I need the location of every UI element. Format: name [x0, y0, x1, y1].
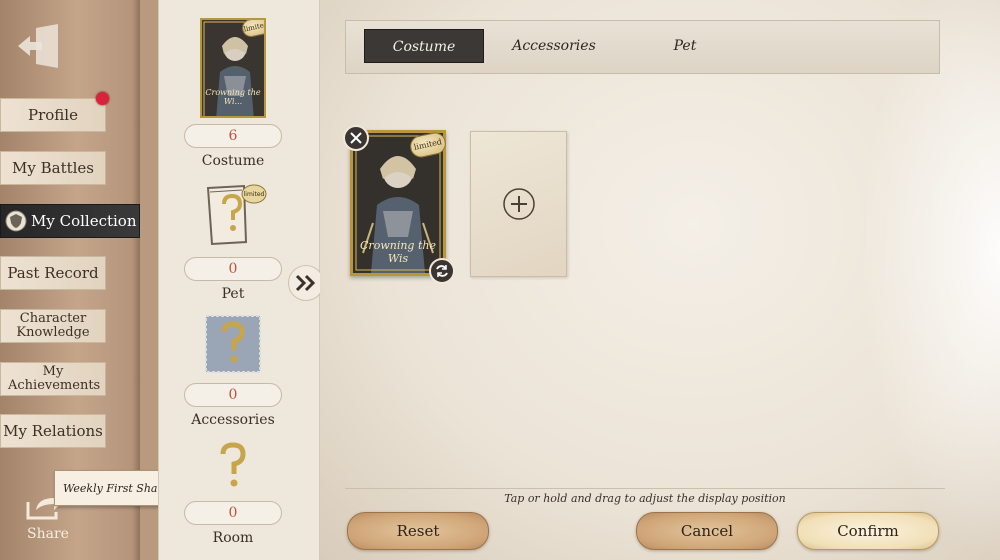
accessories-count: 0 [184, 383, 282, 407]
hint-divider [345, 488, 945, 489]
sidebar-item-label: My Battles [12, 159, 94, 177]
weekly-share-text: Weekly First Share [63, 481, 170, 495]
cancel-button[interactable]: Cancel [636, 512, 778, 550]
sidebar-item-profile[interactable]: Profile [0, 98, 106, 132]
confirm-button[interactable]: Confirm [797, 512, 939, 550]
collection-emblem-icon [5, 210, 27, 232]
sidebar-item-label: My Collection [31, 212, 137, 230]
costume-name-label: Crowning the Wis [360, 239, 436, 265]
double-chevron-right-icon [295, 274, 316, 292]
sidebar-item-label: Character Knowledge [16, 311, 90, 340]
notification-dot [96, 92, 109, 105]
costume-thumbnail-card[interactable]: limited Crowning the Wi... [200, 18, 266, 118]
sidebar-item-label: Past Record [7, 264, 99, 282]
accessory-placeholder-icon[interactable] [204, 314, 262, 374]
accessories-label: Accessories [191, 412, 275, 428]
sidebar-item-my-relations[interactable]: My Relations [0, 414, 106, 448]
add-display-slot[interactable] [470, 131, 567, 277]
pet-placeholder-icon[interactable]: limited [202, 180, 268, 248]
sidebar-item-past-record[interactable]: Past Record [0, 256, 106, 290]
room-placeholder-icon[interactable] [210, 440, 256, 492]
expand-button[interactable] [288, 265, 324, 301]
sidebar-item-label: My Achievements [8, 364, 101, 393]
sidebar-item-my-battles[interactable]: My Battles [0, 151, 106, 185]
costume-label: Costume [201, 153, 265, 169]
reset-button[interactable]: Reset [347, 512, 489, 550]
room-count: 0 [184, 501, 282, 525]
room-label: Room [212, 530, 254, 546]
display-editor-panel [320, 0, 1000, 560]
pet-count: 0 [184, 257, 282, 281]
pet-limited-badge: limited [244, 191, 265, 198]
drag-hint-text: Tap or hold and drag to adjust the displ… [504, 492, 786, 505]
swap-card-button[interactable] [429, 258, 455, 284]
sidebar-item-label: My Relations [3, 422, 103, 440]
costume-name-label: Crowning the Wi... [205, 88, 261, 106]
tab-accessories[interactable]: Accessories [494, 29, 614, 63]
sidebar-item-my-collection[interactable]: My Collection [0, 204, 140, 238]
tab-pet[interactable]: Pet [625, 29, 745, 63]
costume-count: 6 [184, 124, 282, 148]
close-icon [350, 132, 362, 144]
pet-label: Pet [221, 286, 245, 302]
sidebar-item-character-knowledge[interactable]: Character Knowledge [0, 309, 106, 343]
remove-card-button[interactable] [343, 125, 369, 151]
refresh-icon [436, 265, 448, 277]
tab-costume[interactable]: Costume [364, 29, 484, 63]
exit-door-icon[interactable] [14, 22, 68, 70]
sidebar-item-my-achievements[interactable]: My Achievements [0, 362, 106, 396]
sidebar-item-label: Profile [28, 106, 78, 124]
share-label: Share [27, 526, 69, 542]
plus-icon [502, 188, 535, 220]
